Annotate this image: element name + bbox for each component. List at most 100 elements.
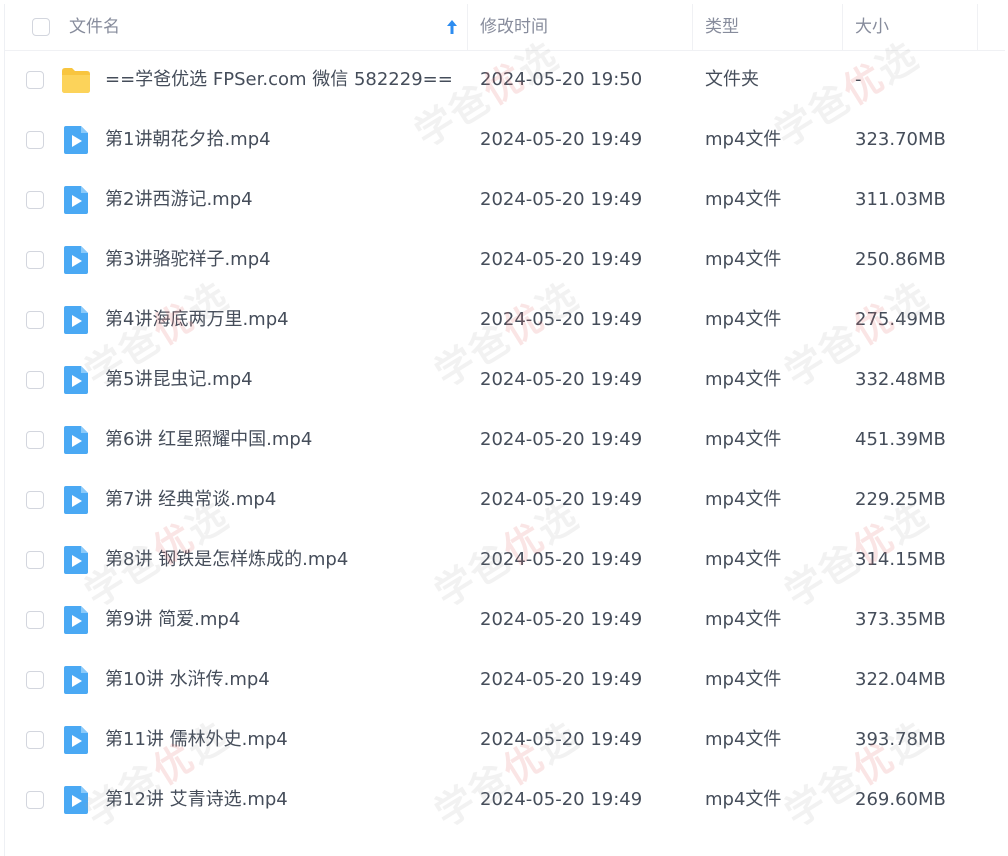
video-file-icon [60,304,92,336]
file-modified-time: 2024-05-20 19:49 [480,429,643,450]
column-divider[interactable] [692,4,693,50]
file-modified-time: 2024-05-20 19:49 [480,369,643,390]
file-name[interactable]: 第8讲 钢铁是怎样炼成的.mp4 [105,530,348,590]
file-type: mp4文件 [705,789,782,810]
file-row[interactable]: 第8讲 钢铁是怎样炼成的.mp4 2024-05-20 19:49 mp4文件 314… [5,530,1005,590]
row-checkbox[interactable] [26,131,44,149]
file-type: mp4文件 [705,129,782,150]
column-header-name[interactable]: 文件名 [69,4,120,50]
row-checkbox[interactable] [26,311,44,329]
file-row[interactable]: 第9讲 简爱.mp4 2024-05-20 19:49 mp4文件 373.35MB [5,590,1005,650]
file-row[interactable]: 第7讲 经典常谈.mp4 2024-05-20 19:49 mp4文件 229.25M… [5,470,1005,530]
column-header-type[interactable]: 类型 [705,4,739,50]
row-checkbox[interactable] [26,71,44,89]
file-modified-time: 2024-05-20 19:49 [480,249,643,270]
file-type: mp4文件 [705,609,782,630]
file-modified-time: 2024-05-20 19:49 [480,129,643,150]
file-type: mp4文件 [705,189,782,210]
video-file-icon [60,604,92,636]
file-row[interactable]: 第10讲 水浒传.mp4 2024-05-20 19:49 mp4文件 322.04M… [5,650,1005,710]
folder-icon [60,64,92,96]
file-modified-time: 2024-05-20 19:49 [480,669,643,690]
row-checkbox[interactable] [26,491,44,509]
file-type: mp4文件 [705,429,782,450]
file-type: mp4文件 [705,249,782,270]
video-file-icon [60,484,92,516]
file-type: mp4文件 [705,549,782,570]
row-checkbox[interactable] [26,551,44,569]
column-divider[interactable] [977,4,978,50]
file-name[interactable]: 第4讲海底两万里.mp4 [105,290,289,350]
file-type: mp4文件 [705,309,782,330]
file-name[interactable]: 第6讲 红星照耀中国.mp4 [105,410,312,470]
sort-ascending-icon[interactable] [446,18,458,36]
row-checkbox[interactable] [26,671,44,689]
select-all-checkbox[interactable] [32,18,50,36]
file-size: 311.03MB [855,189,946,210]
file-type: 文件夹 [705,69,759,90]
row-checkbox[interactable] [26,731,44,749]
file-size: 322.04MB [855,669,946,690]
file-type: mp4文件 [705,729,782,750]
file-row[interactable]: 第12讲 艾青诗选.mp4 2024-05-20 19:49 mp4文件 269.60… [5,770,1005,830]
file-name[interactable]: 第12讲 艾青诗选.mp4 [105,770,288,830]
file-row[interactable]: 第2讲西游记.mp4 2024-05-20 19:49 mp4文件 311.03MB [5,170,1005,230]
column-divider[interactable] [467,4,468,50]
video-file-icon [60,784,92,816]
file-row[interactable]: 第11讲 儒林外史.mp4 2024-05-20 19:49 mp4文件 393.78… [5,710,1005,770]
video-file-icon [60,664,92,696]
video-file-icon [60,544,92,576]
file-type: mp4文件 [705,669,782,690]
file-row[interactable]: 第6讲 红星照耀中国.mp4 2024-05-20 19:49 mp4文件 451.3… [5,410,1005,470]
file-row[interactable]: 第5讲昆虫记.mp4 2024-05-20 19:49 mp4文件 332.48MB [5,350,1005,410]
row-checkbox[interactable] [26,611,44,629]
file-size: 323.70MB [855,129,946,150]
column-header-time[interactable]: 修改时间 [480,4,548,50]
video-file-icon [60,424,92,456]
file-size: 250.86MB [855,249,946,270]
file-type: mp4文件 [705,489,782,510]
file-name[interactable]: 第3讲骆驼祥子.mp4 [105,230,271,290]
file-size: 275.49MB [855,309,946,330]
file-modified-time: 2024-05-20 19:50 [480,69,643,90]
file-modified-time: 2024-05-20 19:49 [480,489,643,510]
row-checkbox[interactable] [26,191,44,209]
file-list-header: 文件名 修改时间 类型 大小 [5,4,1005,51]
file-row[interactable]: ==学爸优选 FPSer.com 微信 582229== 2024-05-20 1… [5,50,1005,110]
video-file-icon [60,364,92,396]
file-name[interactable]: 第2讲西游记.mp4 [105,170,253,230]
file-modified-time: 2024-05-20 19:49 [480,309,643,330]
video-file-icon [60,184,92,216]
row-checkbox[interactable] [26,431,44,449]
file-size: 314.15MB [855,549,946,570]
file-size: 393.78MB [855,729,946,750]
file-size: 332.48MB [855,369,946,390]
file-name[interactable]: 第11讲 儒林外史.mp4 [105,710,288,770]
file-name[interactable]: 第1讲朝花夕拾.mp4 [105,110,271,170]
file-list-panel: 文件名 修改时间 类型 大小 ==学爸优选 FPSer.com 微信 58222… [4,4,1005,856]
file-size: 373.35MB [855,609,946,630]
file-size: 269.60MB [855,789,946,810]
video-file-icon [60,124,92,156]
column-header-size[interactable]: 大小 [855,4,889,50]
column-divider[interactable] [842,4,843,50]
file-name[interactable]: 第10讲 水浒传.mp4 [105,650,270,710]
file-name[interactable]: 第9讲 简爱.mp4 [105,590,240,650]
row-checkbox[interactable] [26,251,44,269]
row-checkbox[interactable] [26,791,44,809]
file-row[interactable]: 第1讲朝花夕拾.mp4 2024-05-20 19:49 mp4文件 323.70MB [5,110,1005,170]
file-size: 451.39MB [855,429,946,450]
file-modified-time: 2024-05-20 19:49 [480,549,643,570]
file-type: mp4文件 [705,369,782,390]
row-checkbox[interactable] [26,371,44,389]
file-row[interactable]: 第3讲骆驼祥子.mp4 2024-05-20 19:49 mp4文件 250.86MB [5,230,1005,290]
file-modified-time: 2024-05-20 19:49 [480,609,643,630]
file-name[interactable]: ==学爸优选 FPSer.com 微信 582229== [105,50,453,110]
file-name[interactable]: 第7讲 经典常谈.mp4 [105,470,276,530]
video-file-icon [60,724,92,756]
file-modified-time: 2024-05-20 19:49 [480,789,643,810]
file-name[interactable]: 第5讲昆虫记.mp4 [105,350,253,410]
file-size: - [855,69,862,90]
file-row[interactable]: 第4讲海底两万里.mp4 2024-05-20 19:49 mp4文件 275.49M… [5,290,1005,350]
video-file-icon [60,244,92,276]
